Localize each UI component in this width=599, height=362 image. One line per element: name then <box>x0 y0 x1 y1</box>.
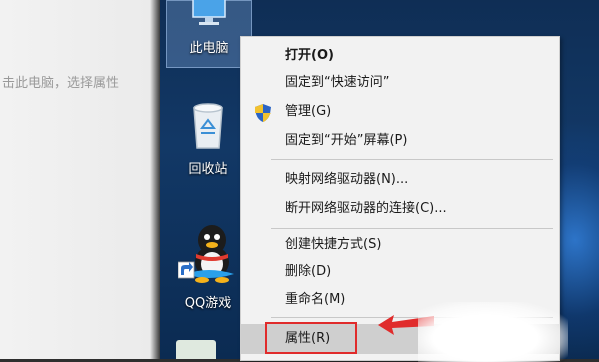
partial-desktop-icon[interactable] <box>176 340 216 359</box>
menu-item-delete[interactable]: 删除(D) <box>241 259 559 285</box>
shortcut-arrow-icon <box>177 261 195 279</box>
desktop-icon-qq-games[interactable]: QQ游戏 <box>166 222 250 311</box>
qq-games-label: QQ游戏 <box>184 296 232 311</box>
menu-separator <box>271 228 553 229</box>
side-strip: 击此电脑，选择属性 <box>0 0 160 359</box>
menu-item-create-shortcut[interactable]: 创建快捷方式(S) <box>241 232 559 258</box>
properties-highlight-box <box>265 322 357 354</box>
desktop-icon-recycle-bin[interactable]: 回收站 <box>166 100 250 177</box>
white-annotation-blob <box>418 302 568 362</box>
menu-item-map-drive[interactable]: 映射网络驱动器(N)... <box>241 167 559 193</box>
qq-penguin-icon <box>177 225 234 283</box>
recycle-bin-label: 回收站 <box>188 162 228 177</box>
this-pc-label: 此电脑 <box>189 41 229 56</box>
monitor-icon <box>192 0 226 25</box>
menu-item-pin-start[interactable]: 固定到“开始”屏幕(P) <box>241 128 559 154</box>
menu-item-manage[interactable]: 管理(G) <box>241 99 559 125</box>
menu-item-open[interactable]: 打开(O) <box>241 43 559 69</box>
uac-shield-icon <box>255 104 271 122</box>
recycle-bin-icon <box>193 103 223 149</box>
instruction-text: 击此电脑，选择属性 <box>2 76 120 91</box>
menu-item-pin-quick-access[interactable]: 固定到“快速访问” <box>241 70 559 96</box>
menu-separator <box>271 159 553 160</box>
menu-item-disconnect-drive[interactable]: 断开网络驱动器的连接(C)... <box>241 196 559 222</box>
